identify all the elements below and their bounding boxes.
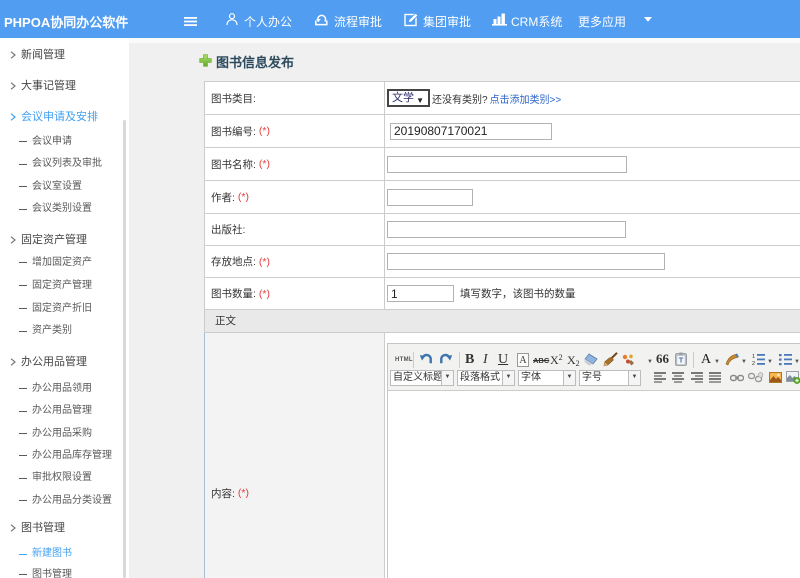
svg-text:T: T <box>679 356 684 365</box>
svg-text:2: 2 <box>752 361 755 366</box>
svg-text:1: 1 <box>752 354 755 360</box>
